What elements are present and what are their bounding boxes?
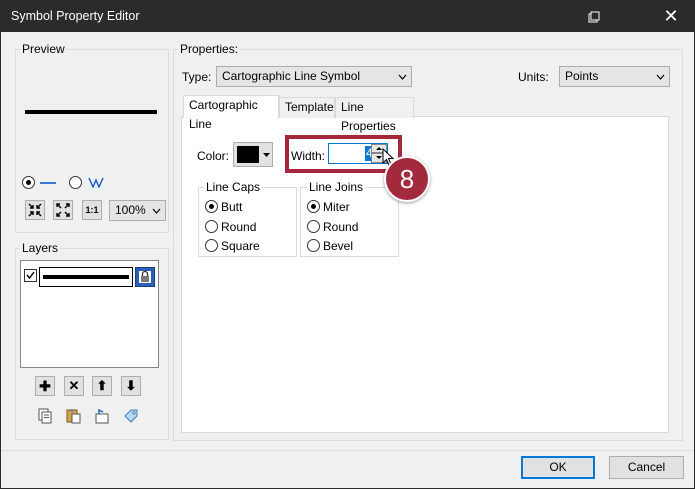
- line-mode-icon: [40, 182, 56, 184]
- layer-lock-button[interactable]: [135, 267, 155, 287]
- ok-button[interactable]: OK: [521, 456, 595, 479]
- line-cap-round-radio[interactable]: [205, 220, 218, 233]
- line-join-miter-label[interactable]: Miter: [323, 200, 350, 214]
- type-label: Type:: [182, 70, 212, 84]
- width-highlight-box: [285, 135, 402, 173]
- close-icon[interactable]: ✕: [648, 1, 694, 32]
- line-join-round-radio[interactable]: [307, 220, 320, 233]
- line-join-bevel-radio[interactable]: [307, 239, 320, 252]
- arrow-down-icon: ⬇: [125, 378, 137, 393]
- tag-layer-button[interactable]: [121, 406, 141, 426]
- line-cap-butt-radio[interactable]: [205, 200, 218, 213]
- color-swatch: [237, 146, 259, 163]
- shrink-button[interactable]: [25, 200, 45, 220]
- zigzag-icon: [88, 177, 104, 188]
- layer-visibility-checkbox[interactable]: [24, 269, 37, 282]
- tab-template[interactable]: Template: [279, 97, 335, 118]
- properties-label: Properties:: [178, 42, 241, 56]
- footer-divider: [1, 450, 694, 451]
- symbol-property-editor-window: Symbol Property Editor ✕ Preview 1:1 100…: [0, 0, 695, 489]
- line-cap-round-label[interactable]: Round: [221, 220, 256, 234]
- color-picker-button[interactable]: [233, 142, 273, 167]
- preview-line-swatch: [25, 110, 157, 114]
- line-cap-butt-label[interactable]: Butt: [221, 200, 242, 214]
- zoom-value: 100%: [115, 203, 146, 217]
- move-layer-up-button[interactable]: ⬆: [92, 376, 112, 396]
- type-value: Cartographic Line Symbol: [222, 69, 361, 83]
- line-cap-square-label[interactable]: Square: [221, 239, 260, 253]
- actual-size-button[interactable]: 1:1: [82, 200, 102, 220]
- color-label: Color:: [197, 149, 230, 163]
- step-callout-badge: 8: [384, 156, 430, 202]
- line-join-miter-radio[interactable]: [307, 200, 320, 213]
- tag-icon: [124, 409, 138, 423]
- chevron-down-icon: [397, 67, 407, 86]
- paste-icon: [66, 409, 81, 424]
- tab-cartographic-line[interactable]: Cartographic Line: [183, 95, 279, 131]
- preview-mode-zigzag-radio[interactable]: [69, 176, 82, 189]
- undo-icon: [95, 408, 109, 424]
- units-select[interactable]: Points: [559, 66, 670, 87]
- window-title: Symbol Property Editor: [11, 9, 140, 23]
- plus-icon: ✚: [39, 377, 51, 394]
- copy-layer-button[interactable]: [35, 406, 55, 426]
- preview-label: Preview: [20, 42, 67, 56]
- caret-down-icon: [263, 153, 270, 157]
- line-join-round-label[interactable]: Round: [323, 220, 358, 234]
- cancel-button[interactable]: Cancel: [609, 456, 684, 479]
- x-icon: ✕: [68, 378, 80, 393]
- add-layer-button[interactable]: ✚: [35, 376, 55, 396]
- checkmark-icon: [26, 271, 35, 280]
- line-caps-label: Line Caps: [204, 180, 263, 194]
- expand-button[interactable]: [53, 200, 73, 220]
- preview-mode-line-radio[interactable]: [22, 176, 35, 189]
- copy-icon: [38, 408, 52, 424]
- paste-layer-button[interactable]: [64, 406, 84, 426]
- reset-layer-button[interactable]: [92, 406, 112, 426]
- line-cap-square-radio[interactable]: [205, 239, 218, 252]
- type-select[interactable]: Cartographic Line Symbol: [216, 66, 412, 87]
- remove-layer-button[interactable]: ✕: [64, 376, 84, 396]
- line-joins-label: Line Joins: [307, 180, 366, 194]
- arrow-up-icon: ⬆: [96, 378, 108, 393]
- restore-icon[interactable]: [571, 1, 617, 32]
- units-value: Points: [565, 69, 599, 83]
- actual-size-icon: 1:1: [85, 205, 99, 215]
- expand-icon: [56, 203, 70, 217]
- chevron-down-icon: [655, 67, 665, 86]
- line-join-bevel-label[interactable]: Bevel: [323, 239, 353, 253]
- chevron-down-icon: [151, 201, 161, 220]
- units-label: Units:: [518, 70, 549, 84]
- tab-line-properties[interactable]: Line Properties: [335, 97, 414, 133]
- layer-line-preview: [43, 275, 129, 279]
- layers-label: Layers: [20, 241, 61, 255]
- shrink-icon: [28, 203, 42, 217]
- title-bar: Symbol Property Editor ✕: [1, 1, 694, 32]
- lock-icon: [139, 270, 151, 283]
- move-layer-down-button[interactable]: ⬇: [121, 376, 141, 396]
- layer-row[interactable]: [23, 266, 156, 288]
- zoom-select[interactable]: 100%: [109, 200, 166, 221]
- layer-swatch[interactable]: [39, 267, 133, 287]
